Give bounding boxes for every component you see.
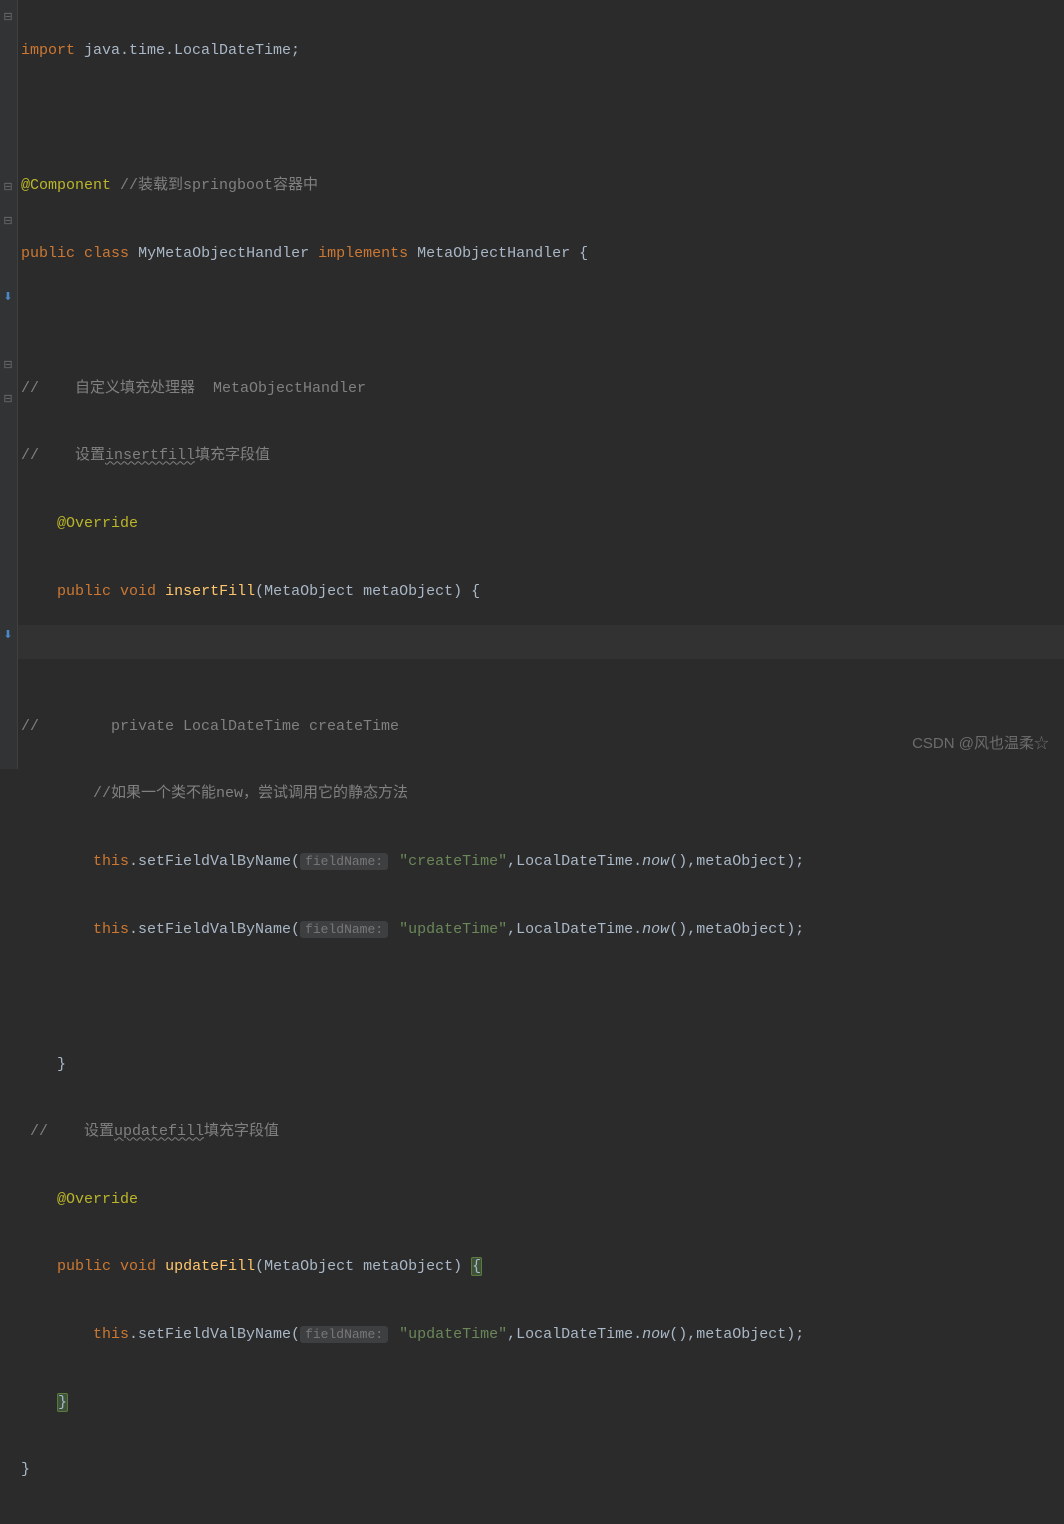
keyword-void: void <box>120 583 156 600</box>
brace: { <box>570 245 588 262</box>
method-insertfill: insertFill <box>165 583 255 600</box>
string-createtime: "createTime" <box>399 853 507 870</box>
comment-update: // 设置updatefill填充字段值 <box>30 1123 279 1140</box>
brace-close: } <box>21 1461 30 1478</box>
args: ,metaObject); <box>687 921 804 938</box>
param-name: metaObject <box>363 583 453 600</box>
param-hint: fieldName: <box>300 1326 388 1343</box>
method-now: now <box>642 853 669 870</box>
override-icon[interactable]: ⬇ <box>2 630 14 642</box>
paren: ( <box>255 583 264 600</box>
paren: () <box>669 1326 687 1343</box>
override-icon[interactable]: ⬇ <box>2 292 14 304</box>
string-updatetime: "updateTime" <box>399 921 507 938</box>
param-hint: fieldName: <box>300 853 388 870</box>
method-call: .setFieldValByName( <box>129 853 300 870</box>
localdt: LocalDateTime. <box>516 853 642 870</box>
fold-icon[interactable]: ⊟ <box>2 394 14 406</box>
comment-insert: // 设置insertfill填充字段值 <box>21 447 270 464</box>
comment: //装载到springboot容器中 <box>111 177 318 194</box>
watermark: CSDN @风也温柔☆ <box>912 727 1049 761</box>
comma: , <box>507 853 516 870</box>
method-call: .setFieldValByName( <box>129 1326 300 1343</box>
comment-private: // private LocalDateTime createTime <box>21 718 399 735</box>
paren: ( <box>255 1258 264 1275</box>
param-type: MetaObject <box>264 583 354 600</box>
brace-highlight: { <box>471 1257 482 1276</box>
keyword-this: this <box>93 853 129 870</box>
method-updatefill: updateFill <box>165 1258 255 1275</box>
annotation-component: @Component <box>21 177 111 194</box>
code-area[interactable]: import java.time.LocalDateTime; @Compone… <box>18 0 804 1521</box>
keyword-public: public <box>57 1258 111 1275</box>
interface-name: MetaObjectHandler <box>417 245 570 262</box>
localdt: LocalDateTime. <box>516 921 642 938</box>
brace-highlight: } <box>57 1393 68 1412</box>
comment-handler: // 自定义填充处理器 MetaObjectHandler <box>21 380 366 397</box>
comma: , <box>507 921 516 938</box>
keyword-this: this <box>93 1326 129 1343</box>
import-path: java.time.LocalDateTime; <box>75 42 300 59</box>
keyword-void: void <box>120 1258 156 1275</box>
param-name: metaObject <box>363 1258 453 1275</box>
paren: () <box>669 921 687 938</box>
paren: () <box>669 853 687 870</box>
args: ,metaObject); <box>687 1326 804 1343</box>
fold-icon[interactable]: ⊟ <box>2 12 14 24</box>
annotation-override: @Override <box>57 515 138 532</box>
keyword-class: class <box>84 245 129 262</box>
string-updatetime: "updateTime" <box>399 1326 507 1343</box>
gutter: ⊟ ⊟ ⊟ ⬇ ⊟ ⊟ ⬇ <box>0 0 18 769</box>
keyword-public: public <box>21 245 75 262</box>
class-name: MyMetaObjectHandler <box>138 245 309 262</box>
method-now: now <box>642 921 669 938</box>
keyword-import: import <box>21 42 75 59</box>
method-call: .setFieldValByName( <box>129 921 300 938</box>
args: ,metaObject); <box>687 853 804 870</box>
annotation-override: @Override <box>57 1191 138 1208</box>
comment-new: //如果一个类不能new，尝试调用它的静态方法 <box>93 785 408 802</box>
brace-close: } <box>57 1056 66 1073</box>
keyword-public: public <box>57 583 111 600</box>
paren-brace: ) { <box>453 583 480 600</box>
comma: , <box>507 1326 516 1343</box>
method-now: now <box>642 1326 669 1343</box>
param-type: MetaObject <box>264 1258 354 1275</box>
keyword-implements: implements <box>318 245 408 262</box>
param-hint: fieldName: <box>300 921 388 938</box>
localdt: LocalDateTime. <box>516 1326 642 1343</box>
keyword-this: this <box>93 921 129 938</box>
fold-icon[interactable]: ⊟ <box>2 360 14 372</box>
fold-icon[interactable]: ⊟ <box>2 182 14 194</box>
fold-icon[interactable]: ⊟ <box>2 216 14 228</box>
